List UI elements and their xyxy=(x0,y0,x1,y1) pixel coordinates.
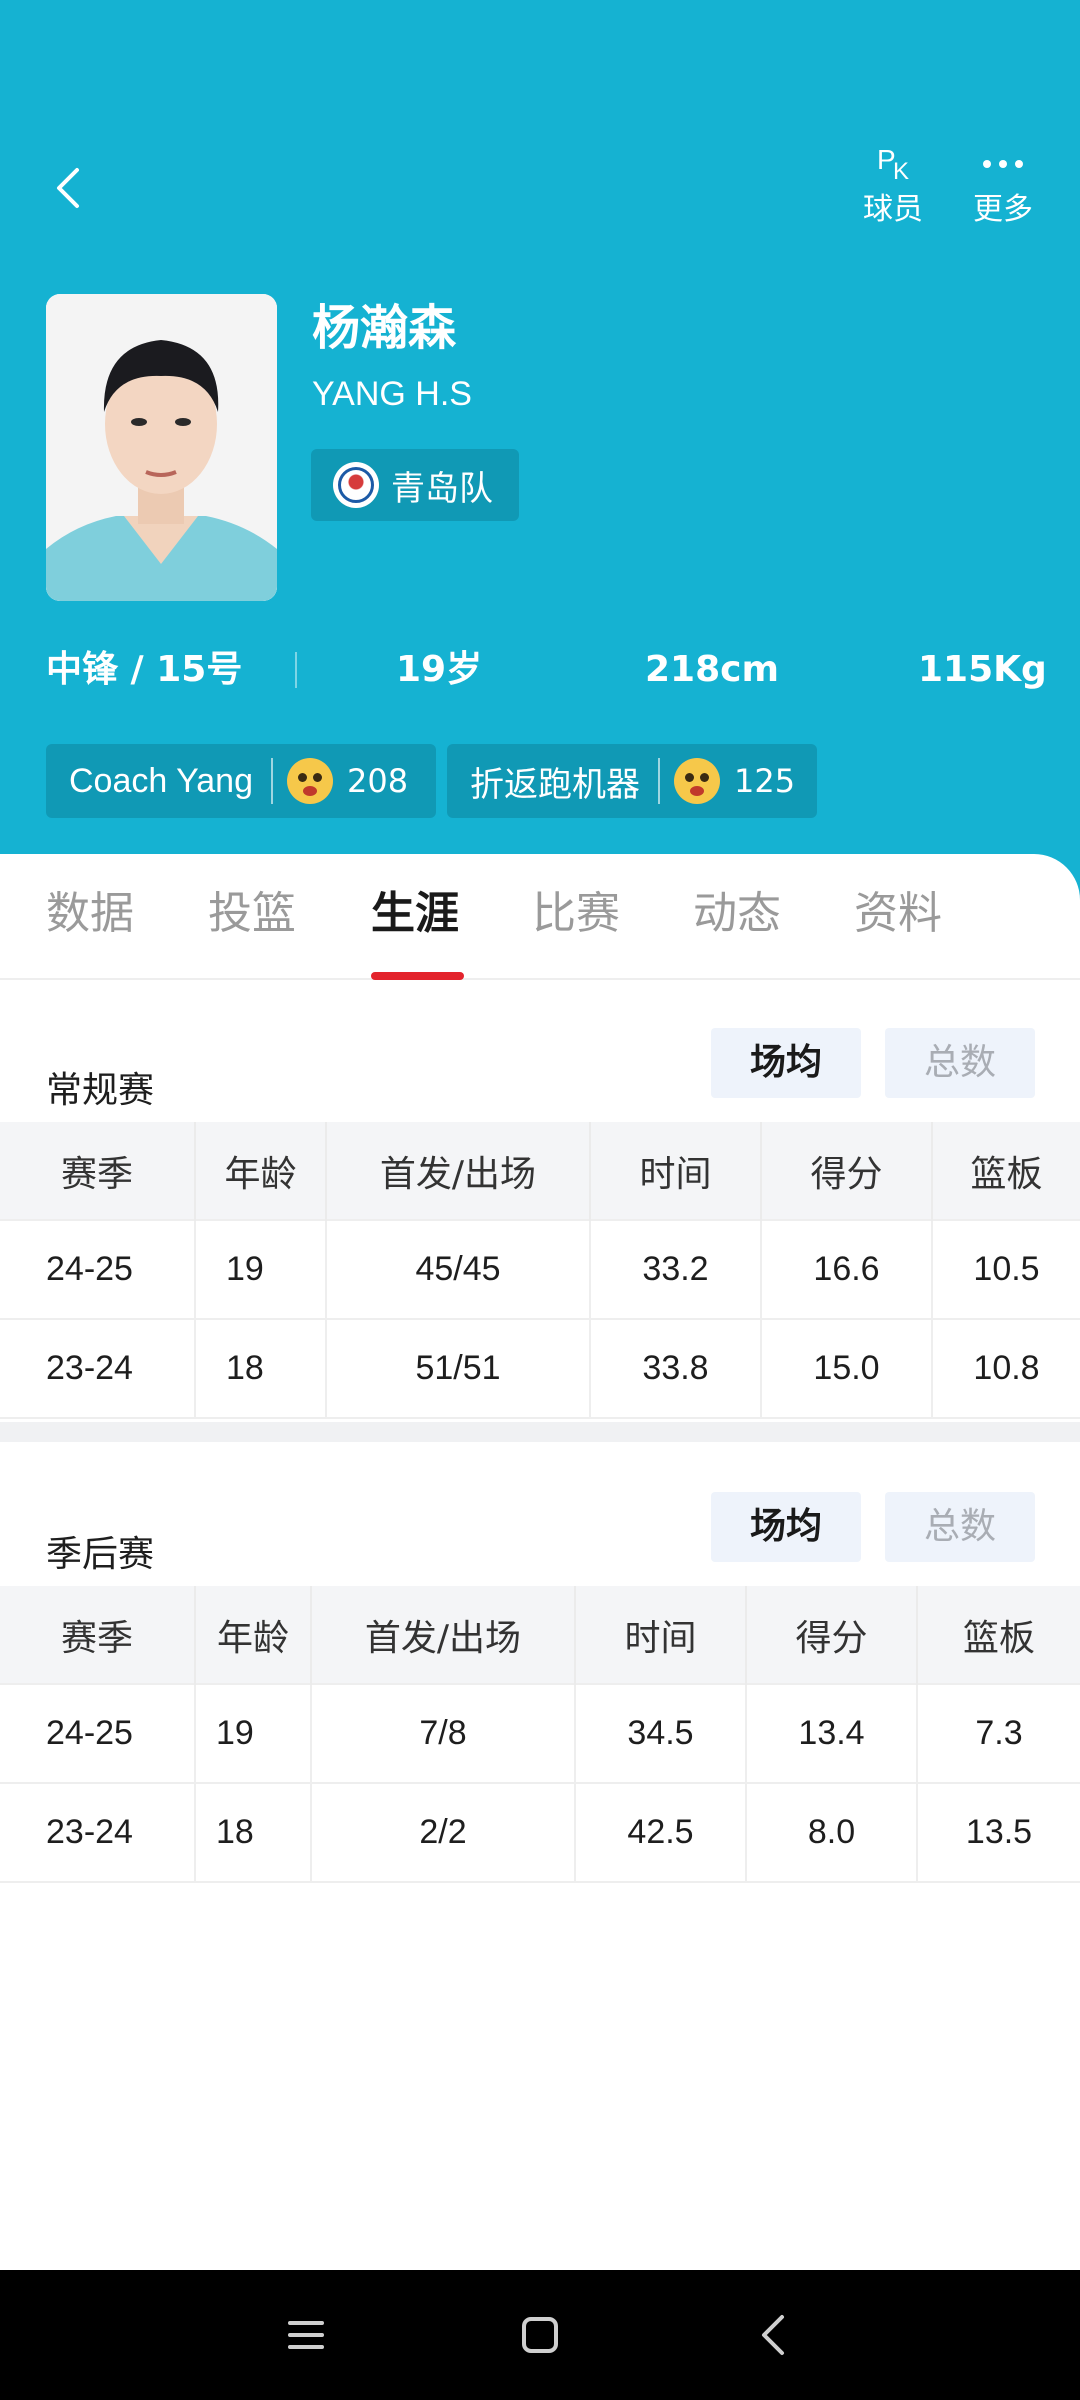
recent-apps-button[interactable] xyxy=(274,2303,338,2367)
home-button[interactable] xyxy=(508,2303,572,2367)
team-name: 青岛队 xyxy=(391,468,493,509)
player-header: P K 球员 更多 杨瀚森 YANG H.S 青岛队 中锋 / 15号 19岁 … xyxy=(0,0,1080,900)
table-header-row: 赛季 年龄 首发/出场 时间 得分 篮板 xyxy=(0,1122,1080,1220)
back-triangle-icon xyxy=(762,2315,784,2355)
pk-player-label: 球员 xyxy=(863,192,923,227)
totals-toggle[interactable]: 总数 xyxy=(885,1492,1035,1562)
tab-bar: 数据 投篮 生涯 比赛 动态 资料 xyxy=(0,854,1080,980)
column-header: 时间 xyxy=(575,1586,747,1684)
tag-count: 125 xyxy=(734,762,796,800)
column-header: 时间 xyxy=(590,1122,762,1220)
active-tab-indicator xyxy=(371,972,464,980)
regular-season-table: 赛季 年龄 首发/出场 时间 得分 篮板 24-25 19 45/45 33.2… xyxy=(0,1122,1080,1419)
player-photo xyxy=(46,294,277,601)
tag-label: Coach Yang xyxy=(69,761,253,800)
career-card: 数据 投篮 生涯 比赛 动态 资料 常规赛 场均 总数 赛季 年龄 首发/出场 … xyxy=(0,854,1080,2270)
tab-games[interactable]: 比赛 xyxy=(532,884,620,944)
surprised-emoji-icon xyxy=(287,758,333,804)
playoffs-title: 季后赛 xyxy=(46,1534,155,1575)
player-name-cn: 杨瀚森 xyxy=(312,300,457,356)
more-label: 更多 xyxy=(973,192,1033,227)
pk-icon: P K xyxy=(877,144,910,185)
column-header: 首发/出场 xyxy=(311,1586,576,1684)
per-game-toggle[interactable]: 场均 xyxy=(711,1028,861,1098)
height: 218cm xyxy=(645,649,779,690)
column-header: 年龄 xyxy=(195,1586,312,1684)
tag-label: 折返跑机器 xyxy=(470,764,640,805)
menu-icon xyxy=(288,2321,324,2349)
laughing-emoji-icon xyxy=(674,758,720,804)
tab-shooting[interactable]: 投篮 xyxy=(208,884,296,944)
column-header: 得分 xyxy=(761,1122,933,1220)
system-back-button[interactable] xyxy=(742,2303,806,2367)
table-row: 23-24 18 51/51 33.8 15.0 10.8 xyxy=(0,1318,1080,1419)
back-button[interactable] xyxy=(40,160,96,216)
column-header: 篮板 xyxy=(932,1122,1080,1220)
table-header-row: 赛季 年龄 首发/出场 时间 得分 篮板 xyxy=(0,1586,1080,1684)
tab-profile[interactable]: 资料 xyxy=(854,884,942,944)
chevron-left-icon xyxy=(57,168,79,208)
column-header: 赛季 xyxy=(0,1122,196,1220)
nickname-tag-shuttle-runner[interactable]: 折返跑机器 125 xyxy=(447,744,817,818)
nickname-tag-coach-yang[interactable]: Coach Yang 208 xyxy=(46,744,436,818)
bio-divider xyxy=(295,652,297,688)
age: 19岁 xyxy=(396,649,483,690)
section-divider xyxy=(0,1422,1080,1442)
weight: 115Kg xyxy=(918,649,1047,690)
tab-feed[interactable]: 动态 xyxy=(693,884,781,944)
table-row: 24-25 19 45/45 33.2 16.6 10.5 xyxy=(0,1219,1080,1319)
system-nav-bar xyxy=(0,2270,1080,2400)
home-square-icon xyxy=(522,2317,558,2353)
regular-season-title: 常规赛 xyxy=(46,1070,155,1111)
column-header: 赛季 xyxy=(0,1586,196,1684)
more-button[interactable]: 更多 xyxy=(948,140,1058,240)
column-header: 首发/出场 xyxy=(326,1122,591,1220)
pk-player-button[interactable]: P K 球员 xyxy=(838,140,948,240)
tab-career[interactable]: 生涯 xyxy=(371,884,459,944)
tag-count: 208 xyxy=(347,762,409,800)
playoffs-table: 赛季 年龄 首发/出场 时间 得分 篮板 24-25 19 7/8 34.5 1… xyxy=(0,1586,1080,1883)
more-dots-icon xyxy=(983,160,1023,168)
table-row: 24-25 19 7/8 34.5 13.4 7.3 xyxy=(0,1683,1080,1783)
player-bio-row: 中锋 / 15号 19岁 218cm 115Kg xyxy=(0,640,1080,700)
column-header: 得分 xyxy=(746,1586,918,1684)
team-chip[interactable]: 青岛队 xyxy=(311,449,519,521)
per-game-toggle[interactable]: 场均 xyxy=(711,1492,861,1562)
column-header: 篮板 xyxy=(917,1586,1080,1684)
player-name-en: YANG H.S xyxy=(312,375,472,413)
position-number: 中锋 / 15号 xyxy=(46,649,243,690)
table-row: 23-24 18 2/2 42.5 8.0 13.5 xyxy=(0,1782,1080,1883)
column-header: 年龄 xyxy=(195,1122,327,1220)
totals-toggle[interactable]: 总数 xyxy=(885,1028,1035,1098)
team-logo-icon xyxy=(333,462,379,508)
tab-data[interactable]: 数据 xyxy=(46,884,134,944)
